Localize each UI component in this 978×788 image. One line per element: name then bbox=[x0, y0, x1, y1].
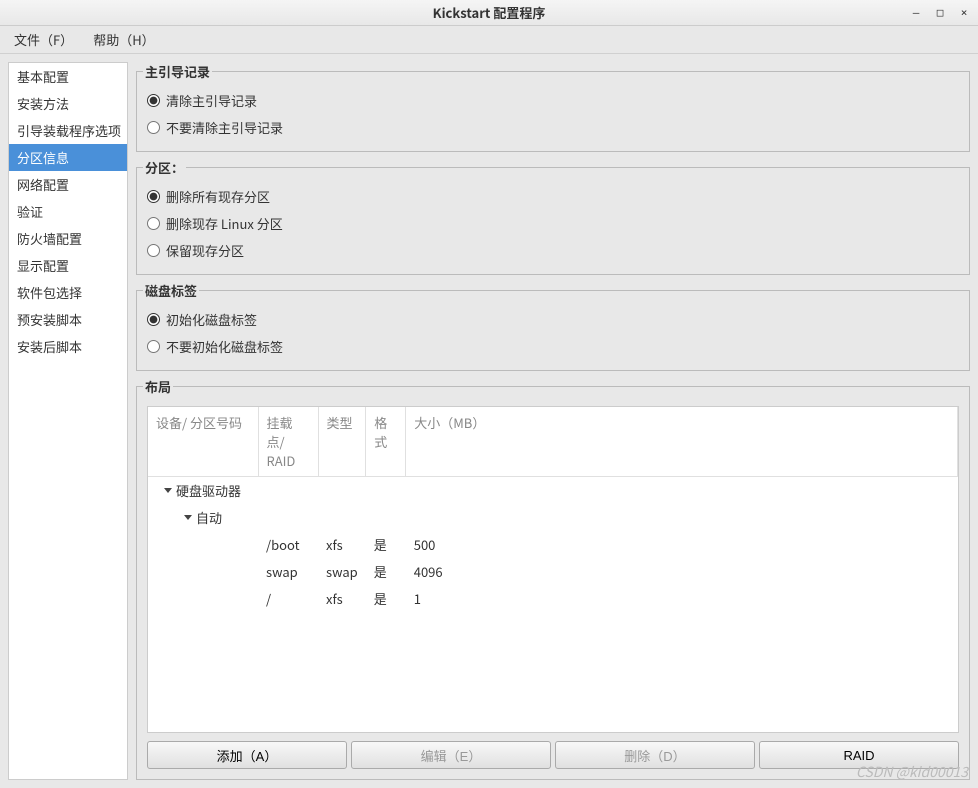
cell-size: 500 bbox=[406, 531, 958, 558]
sidebar-item-packages[interactable]: 软件包选择 bbox=[9, 279, 127, 306]
cell-mount: /boot bbox=[258, 531, 318, 558]
partitions-preserve-radio[interactable] bbox=[147, 244, 160, 257]
disklabel-legend: 磁盘标签 bbox=[143, 281, 199, 300]
cell-type: swap bbox=[318, 558, 366, 585]
sidebar-item-postinstall[interactable]: 安装后脚本 bbox=[9, 333, 127, 360]
sidebar-item-basic-config[interactable]: 基本配置 bbox=[9, 63, 127, 90]
button-row: 添加（A） 编辑（E） 删除（D） RAID bbox=[147, 741, 959, 769]
cell-size: 4096 bbox=[406, 558, 958, 585]
sidebar-item-network[interactable]: 网络配置 bbox=[9, 171, 127, 198]
partitions-preserve-row[interactable]: 保留现存分区 bbox=[147, 237, 959, 264]
raid-button[interactable]: RAID bbox=[759, 741, 959, 769]
cell-size: 1 bbox=[406, 585, 958, 612]
col-size[interactable]: 大小（MB） bbox=[406, 407, 958, 477]
cell-device bbox=[148, 558, 258, 585]
disklabel-init-row[interactable]: 初始化磁盘标签 bbox=[147, 306, 959, 333]
mbr-clear-label: 清除主引导记录 bbox=[166, 91, 257, 110]
partitions-legend: 分区： bbox=[143, 158, 186, 177]
mbr-fieldset: 主引导记录 清除主引导记录 不要清除主引导记录 bbox=[136, 62, 970, 152]
disklabel-noinit-row[interactable]: 不要初始化磁盘标签 bbox=[147, 333, 959, 360]
main-layout: 基本配置 安装方法 引导装载程序选项 分区信息 网络配置 验证 防火墙配置 显示… bbox=[0, 54, 978, 788]
menu-file[interactable]: 文件（F） bbox=[6, 26, 81, 53]
sidebar-item-partition-info[interactable]: 分区信息 bbox=[9, 144, 127, 171]
partitions-remove-linux-radio[interactable] bbox=[147, 217, 160, 230]
partitions-remove-all-radio[interactable] bbox=[147, 190, 160, 203]
partitions-fieldset: 分区： 删除所有现存分区 删除现存 Linux 分区 保留现存分区 bbox=[136, 158, 970, 275]
layout-table-container[interactable]: 设备/ 分区号码 挂载点/ RAID 类型 格式 大小（MB） bbox=[147, 406, 959, 733]
mbr-clear-radio[interactable] bbox=[147, 94, 160, 107]
minimize-icon[interactable]: — bbox=[908, 5, 924, 21]
sidebar-item-auth[interactable]: 验证 bbox=[9, 198, 127, 225]
window-title: Kickstart 配置程序 bbox=[433, 3, 546, 22]
sidebar-item-install-method[interactable]: 安装方法 bbox=[9, 90, 127, 117]
sidebar-item-display[interactable]: 显示配置 bbox=[9, 252, 127, 279]
cell-mount: / bbox=[258, 585, 318, 612]
mbr-noclear-label: 不要清除主引导记录 bbox=[166, 118, 283, 137]
cell-device bbox=[148, 585, 258, 612]
add-button[interactable]: 添加（A） bbox=[147, 741, 347, 769]
disklabel-init-label: 初始化磁盘标签 bbox=[166, 310, 257, 329]
partitions-remove-all-row[interactable]: 删除所有现存分区 bbox=[147, 183, 959, 210]
tree-root-label: 硬盘驱动器 bbox=[176, 481, 241, 500]
titlebar: Kickstart 配置程序 — □ × bbox=[0, 0, 978, 26]
disklabel-init-radio[interactable] bbox=[147, 313, 160, 326]
cell-type: xfs bbox=[318, 531, 366, 558]
content-pane: 主引导记录 清除主引导记录 不要清除主引导记录 分区： 删除所有现存分区 删除现… bbox=[136, 62, 970, 780]
layout-table: 设备/ 分区号码 挂载点/ RAID 类型 格式 大小（MB） bbox=[148, 407, 958, 612]
edit-button[interactable]: 编辑（E） bbox=[351, 741, 551, 769]
mbr-noclear-row[interactable]: 不要清除主引导记录 bbox=[147, 114, 959, 141]
disklabel-noinit-radio[interactable] bbox=[147, 340, 160, 353]
tree-row-root[interactable]: 硬盘驱动器 bbox=[148, 477, 958, 505]
partitions-remove-linux-row[interactable]: 删除现存 Linux 分区 bbox=[147, 210, 959, 237]
partitions-remove-linux-label: 删除现存 Linux 分区 bbox=[166, 214, 283, 233]
cell-device bbox=[148, 531, 258, 558]
maximize-icon[interactable]: □ bbox=[932, 5, 948, 21]
sidebar: 基本配置 安装方法 引导装载程序选项 分区信息 网络配置 验证 防火墙配置 显示… bbox=[8, 62, 128, 780]
chevron-down-icon[interactable] bbox=[184, 515, 192, 520]
sidebar-item-bootloader[interactable]: 引导装载程序选项 bbox=[9, 117, 127, 144]
cell-mount: swap bbox=[258, 558, 318, 585]
cell-format: 是 bbox=[366, 531, 406, 558]
cell-type: xfs bbox=[318, 585, 366, 612]
layout-legend: 布局 bbox=[143, 377, 173, 396]
tree-child-label: 自动 bbox=[196, 508, 222, 527]
col-format[interactable]: 格式 bbox=[366, 407, 406, 477]
disklabel-noinit-label: 不要初始化磁盘标签 bbox=[166, 337, 283, 356]
partitions-remove-all-label: 删除所有现存分区 bbox=[166, 187, 270, 206]
col-mount[interactable]: 挂载点/ RAID bbox=[258, 407, 318, 477]
tree-row-child[interactable]: 自动 bbox=[148, 504, 958, 531]
disklabel-fieldset: 磁盘标签 初始化磁盘标签 不要初始化磁盘标签 bbox=[136, 281, 970, 371]
close-icon[interactable]: × bbox=[956, 5, 972, 21]
mbr-legend: 主引导记录 bbox=[143, 62, 212, 81]
table-row[interactable]: swap swap 是 4096 bbox=[148, 558, 958, 585]
col-device[interactable]: 设备/ 分区号码 bbox=[148, 407, 258, 477]
menu-help[interactable]: 帮助（H） bbox=[85, 26, 162, 53]
cell-format: 是 bbox=[366, 558, 406, 585]
chevron-down-icon[interactable] bbox=[164, 488, 172, 493]
sidebar-item-preinstall[interactable]: 预安装脚本 bbox=[9, 306, 127, 333]
menubar: 文件（F） 帮助（H） bbox=[0, 26, 978, 54]
delete-button[interactable]: 删除（D） bbox=[555, 741, 755, 769]
layout-fieldset: 布局 设备/ 分区号码 挂载点/ RAID 类型 格式 大小（MB） bbox=[136, 377, 970, 780]
sidebar-item-firewall[interactable]: 防火墙配置 bbox=[9, 225, 127, 252]
window-controls: — □ × bbox=[908, 5, 972, 21]
partitions-preserve-label: 保留现存分区 bbox=[166, 241, 244, 260]
col-type[interactable]: 类型 bbox=[318, 407, 366, 477]
mbr-clear-row[interactable]: 清除主引导记录 bbox=[147, 87, 959, 114]
mbr-noclear-radio[interactable] bbox=[147, 121, 160, 134]
table-row[interactable]: / xfs 是 1 bbox=[148, 585, 958, 612]
cell-format: 是 bbox=[366, 585, 406, 612]
table-row[interactable]: /boot xfs 是 500 bbox=[148, 531, 958, 558]
